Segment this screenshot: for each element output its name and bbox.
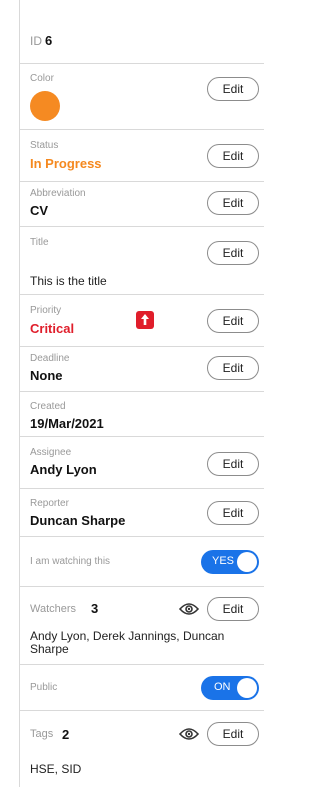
abbreviation-row: Abbreviation CV Edit [20,182,264,227]
created-value: 19/Mar/2021 [30,416,104,431]
priority-label: Priority [30,305,62,316]
tags-row: Tags 2 Edit HSE, SID [20,711,264,787]
tags-count: 2 [62,727,70,742]
deadline-label: Deadline [30,353,70,364]
assignee-value: Andy Lyon [30,462,97,477]
watching-label: I am watching this [30,556,111,567]
edit-deadline-button[interactable]: Edit [207,356,259,380]
color-swatch [30,91,60,121]
edit-priority-button[interactable]: Edit [207,309,259,333]
deadline-value: None [30,368,63,383]
toggle-knob [237,678,257,698]
created-label: Created [30,401,66,412]
abbreviation-value: CV [30,203,49,218]
edit-abbreviation-button[interactable]: Edit [207,191,259,215]
reporter-value: Duncan Sharpe [30,513,126,528]
public-row: Public ON [20,665,264,711]
eye-icon[interactable] [178,602,200,616]
status-value: In Progress [30,156,102,171]
public-label: Public [30,682,58,693]
public-toggle-text: ON [214,681,231,693]
edit-title-button[interactable]: Edit [207,241,259,265]
watching-toggle-text: YES [212,555,235,567]
edit-color-button[interactable]: Edit [207,77,259,101]
edit-reporter-button[interactable]: Edit [207,501,259,525]
edit-status-button[interactable]: Edit [207,144,259,168]
color-label: Color [30,73,54,84]
abbreviation-label: Abbreviation [30,188,86,199]
created-row: Created 19/Mar/2021 [20,392,264,437]
reporter-row: Reporter Duncan Sharpe Edit [20,489,264,537]
assignee-row: Assignee Andy Lyon Edit [20,437,264,489]
edit-tags-button[interactable]: Edit [207,722,259,746]
status-label: Status [30,140,59,151]
watching-row: I am watching this YES [20,537,264,587]
title-row: Title This is the title Edit [20,227,264,295]
reporter-label: Reporter [30,498,69,509]
edit-watchers-button[interactable]: Edit [207,597,259,621]
watching-toggle[interactable]: YES [201,550,259,574]
public-toggle[interactable]: ON [201,676,259,700]
eye-icon[interactable] [178,727,200,741]
id-value: 6 [45,33,53,48]
toggle-knob [237,552,257,572]
title-label: Title [30,237,49,248]
id-row: ID 6 [20,0,264,64]
color-row: Color Edit [20,64,264,130]
status-row: Status In Progress Edit [20,130,264,182]
priority-row: Priority Critical Edit [20,295,264,347]
edit-assignee-button[interactable]: Edit [207,452,259,476]
assignee-label: Assignee [30,447,72,458]
arrow-up-icon [136,311,154,329]
watchers-names: Andy Lyon, Derek Jannings, Duncan Sharpe [30,629,225,656]
issue-details-panel: ID 6 Color Edit Status In Progress Edit … [19,0,264,787]
title-value: This is the title [30,274,107,288]
tags-label: Tags [30,728,54,740]
watchers-label: Watchers [30,603,77,615]
priority-value: Critical [30,321,75,336]
watchers-row: Watchers 3 Edit Andy Lyon, Derek Janning… [20,587,264,665]
id-label: ID [30,34,42,48]
deadline-row: Deadline None Edit [20,347,264,392]
tags-names: HSE, SID [30,762,82,776]
watchers-count: 3 [91,601,99,616]
